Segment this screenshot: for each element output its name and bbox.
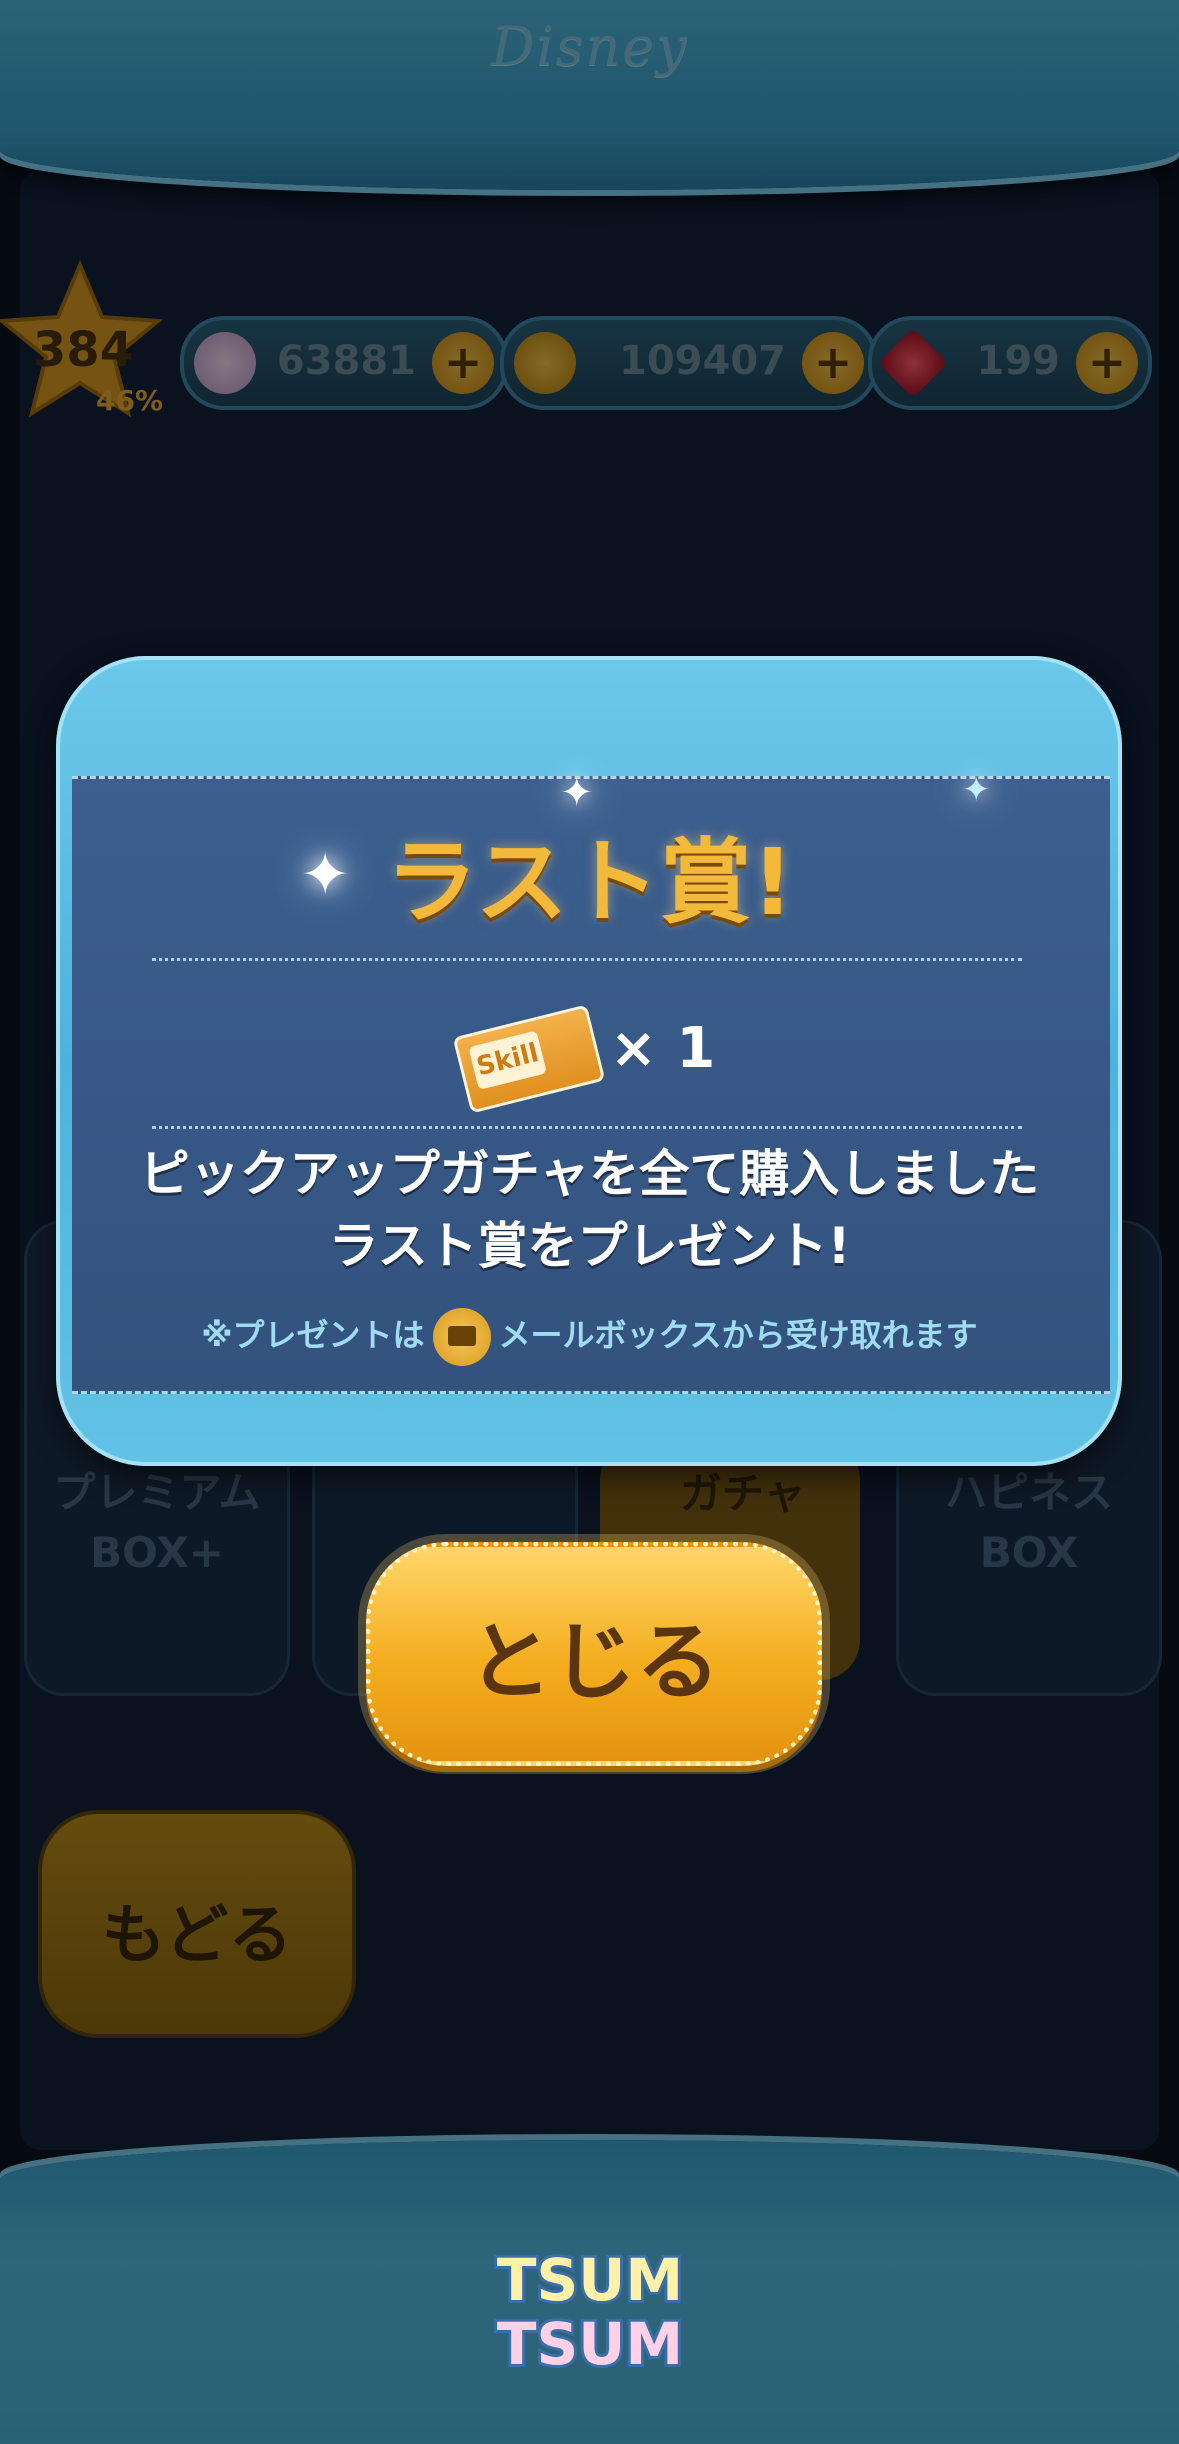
- message-line-2: ラスト賞をプレゼント!: [328, 1217, 851, 1275]
- close-button[interactable]: とじる: [366, 1542, 822, 1766]
- logo-line-1: TSUM: [497, 2246, 683, 2314]
- mailbox-note: ※プレゼントは メールボックスから受け取れます: [0, 1308, 1179, 1366]
- tsum-tsum-logo: TSUM TSUM: [440, 2240, 740, 2381]
- divider: [152, 1126, 1022, 1129]
- reward-quantity: × 1: [610, 1016, 716, 1081]
- close-button-label: とじる: [467, 1613, 720, 1711]
- skill-ticket-label: Skill: [468, 1030, 547, 1091]
- note-prefix: ※プレゼントは: [201, 1316, 425, 1354]
- logo-line-2: TSUM: [497, 2310, 683, 2378]
- mail-icon: [432, 1308, 491, 1366]
- sparkle-icon: ✦: [962, 770, 991, 810]
- modal-title: ラスト賞!: [385, 829, 794, 936]
- note-suffix: メールボックスから受け取れます: [498, 1316, 978, 1354]
- divider: [152, 958, 1022, 961]
- message-line-1: ピックアップガチャを全て購入しました: [139, 1145, 1040, 1203]
